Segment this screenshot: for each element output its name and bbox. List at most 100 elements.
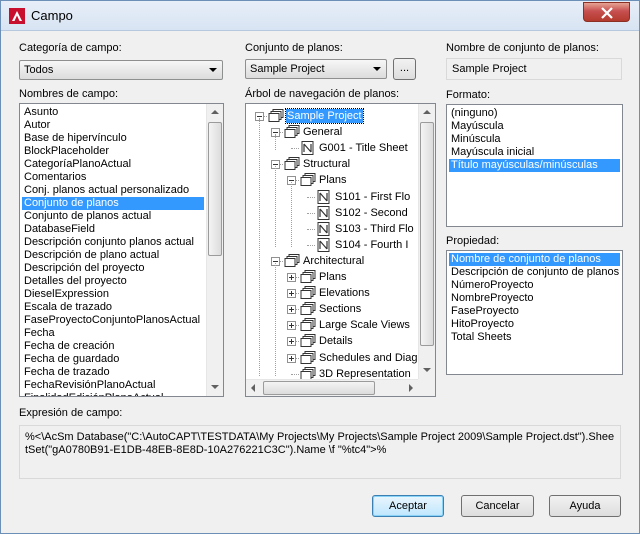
field-expression-text: %<\AcSm Database("C:\AutoCAPT\TESTDATA\M… [25,431,615,456]
expand-icon[interactable] [287,337,296,347]
list-item[interactable]: Conjunto de planos actual [22,210,204,223]
list-item[interactable]: DieselExpression [22,288,204,301]
tree-guide-line [291,373,299,375]
subset-icon [284,125,300,139]
expand-icon[interactable] [287,321,296,331]
tree-node-label: S101 - First Flo [335,190,411,203]
field-names-scrollbar[interactable] [206,104,223,396]
tree-node[interactable]: Details [246,333,418,349]
tree-node[interactable]: S102 - Second [246,205,418,221]
list-item[interactable]: Descripción del proyecto [22,262,204,275]
category-label: Categoría de campo: [19,42,122,54]
tree-node[interactable]: Structural [246,156,418,172]
scroll-up-button[interactable] [419,104,435,121]
list-item[interactable]: Fecha de creación [22,340,204,353]
close-icon [601,7,613,19]
list-item[interactable]: BlockPlaceholder [22,145,204,158]
list-item[interactable]: CategoríaPlanoActual [22,158,204,171]
list-item[interactable]: Total Sheets [449,331,620,344]
sheet-set-value: Sample Project [250,63,325,75]
list-item[interactable]: Fecha de trazado [22,366,204,379]
tree-node-label: Plans [319,174,347,187]
tree-node[interactable]: S104 - Fourth I [246,237,418,253]
tree-node-label: Details [319,335,353,348]
list-item[interactable]: FinalidadEdiciónPlanoActual [22,392,204,396]
tree-node[interactable]: Architectural [246,253,418,269]
tree-vertical-scrollbar[interactable] [418,104,435,379]
list-item[interactable]: Descripción de conjunto de planos [449,266,620,279]
list-item[interactable]: Minúscula [449,133,620,146]
expand-icon[interactable] [287,289,296,299]
list-item[interactable]: NúmeroProyecto [449,279,620,292]
list-item[interactable]: Comentarios [22,171,204,184]
list-item[interactable]: HitoProyecto [449,318,620,331]
tree-node-label: S102 - Second [335,206,408,219]
tree-node-label: Schedules and Diag [319,351,418,364]
tree-node[interactable]: G001 - Title Sheet [246,140,418,156]
list-item[interactable]: Detalles del proyecto [22,275,204,288]
sheet-set-dropdown[interactable]: Sample Project [245,59,387,79]
scroll-thumb[interactable] [420,122,434,346]
list-item[interactable]: Asunto [22,106,204,119]
close-button[interactable] [583,2,630,22]
list-item[interactable]: Conj. planos actual personalizado [22,184,204,197]
format-list[interactable]: (ninguno) Mayúscula Minúscula Mayúscula ini… [446,104,623,227]
list-item[interactable]: FaseProyectoConjuntoPlanosActual [22,314,204,327]
sheet-set-name-field: Sample Project [446,58,622,80]
subset-icon [300,318,316,332]
list-item[interactable]: Conjunto de planos [22,197,204,210]
chevron-down-icon [209,68,217,72]
list-item[interactable]: Base de hipervínculo [22,132,204,145]
category-dropdown[interactable]: Todos [19,60,223,80]
list-item[interactable]: DatabaseField [22,223,204,236]
scroll-thumb[interactable] [208,122,222,256]
ok-button[interactable]: Aceptar [372,495,444,517]
list-item[interactable]: Mayúscula inicial [449,146,620,159]
sheet-navigation-tree[interactable]: Sample Project General G001 - Title Sheet S… [245,103,436,397]
list-item[interactable]: FechaRevisiónPlanoActual [22,379,204,392]
browse-sheet-set-button[interactable]: ... [393,58,416,80]
tree-node[interactable]: S103 - Third Flo [246,221,418,237]
tree-node[interactable]: S101 - First Flo [246,189,418,205]
list-item[interactable]: Título mayúsculas/minúsculas [449,159,620,172]
tree-node[interactable]: Schedules and Diag [246,350,418,366]
tree-node[interactable]: Sample Project [246,108,418,124]
help-button[interactable]: Ayuda [549,495,621,517]
tree-guide-line [259,118,260,376]
list-item[interactable]: Autor [22,119,204,132]
list-item[interactable]: Descripción conjunto planos actual [22,236,204,249]
sheet-icon [316,189,332,204]
list-item[interactable]: Fecha [22,327,204,340]
list-item[interactable]: FaseProyecto [449,305,620,318]
cancel-button[interactable]: Cancelar [461,495,534,517]
list-item[interactable]: (ninguno) [449,107,620,120]
list-item[interactable]: Nombre de conjunto de planos [449,253,620,266]
tree-node[interactable]: Sections [246,301,418,317]
tree-guide-line [307,244,315,246]
field-names-list[interactable]: FinalidadEdiciónPlanoActual AsuntoAutorBa… [19,103,224,397]
tree-node[interactable]: Plans [246,269,418,285]
scroll-down-button[interactable] [207,379,223,396]
arrow-down-icon [423,368,431,372]
tree-node[interactable]: Plans [246,172,418,188]
tree-horizontal-scrollbar[interactable] [246,379,418,396]
arrow-left-icon [251,384,255,392]
scroll-thumb[interactable] [263,381,375,395]
list-item[interactable]: Escala de trazado [22,301,204,314]
tree-node[interactable]: Elevations [246,285,418,301]
scroll-down-button[interactable] [419,362,435,379]
list-item[interactable]: Mayúscula [449,120,620,133]
list-item[interactable]: Fecha de guardado [22,353,204,366]
list-item[interactable]: NombreProyecto [449,292,620,305]
expand-icon[interactable] [287,305,296,315]
tree-guide-line [275,166,276,247]
list-item[interactable]: Descripción de plano actual [22,249,204,262]
scroll-up-button[interactable] [207,104,223,121]
tree-node[interactable]: Large Scale Views [246,317,418,333]
expand-icon[interactable] [287,273,296,282]
tree-guide-line [291,148,299,150]
tree-node[interactable]: General [246,124,418,140]
sheet-set-name-value: Sample Project [452,63,527,75]
expand-icon[interactable] [287,353,296,363]
property-list[interactable]: Nombre de conjunto de planos Descripción … [446,250,623,375]
